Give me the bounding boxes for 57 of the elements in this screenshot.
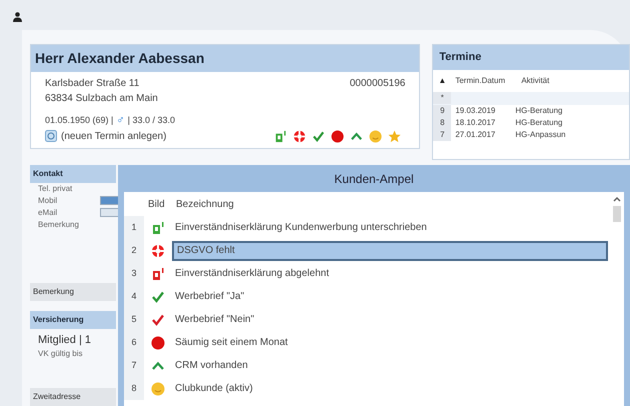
- section-header[interactable]: Kontakt: [30, 164, 116, 182]
- row-number: 8: [433, 116, 452, 128]
- row-number: 6: [124, 331, 144, 354]
- row-number: 2: [124, 239, 144, 262]
- list-item[interactable]: CRM vorhanden: [172, 356, 608, 376]
- customer-number: 0000005196: [350, 77, 406, 91]
- column-header[interactable]: Termin.Datum: [451, 74, 512, 86]
- table-cell: HG-Anpassun: [515, 128, 566, 140]
- list-item[interactable]: Werbebrief "Nein": [172, 310, 608, 330]
- member-text: Mitglied | 1: [38, 332, 91, 348]
- list-item[interactable]: Werbebrief "Ja": [172, 286, 608, 306]
- field-label: Bemerkung: [38, 218, 79, 230]
- row-number: 9: [433, 104, 452, 116]
- input-field[interactable]: [100, 196, 120, 204]
- row-number: 7: [433, 128, 452, 140]
- list-item[interactable]: Einverständniserklärung abgelehnt: [172, 264, 608, 284]
- new-row-marker: *: [433, 92, 452, 104]
- column-header: Bild: [148, 198, 166, 212]
- column-header: Bezeichnung: [176, 198, 234, 212]
- dialog-title: Kunden-Ampel: [333, 170, 415, 188]
- scroll-thumb[interactable]: [613, 206, 621, 222]
- list-item[interactable]: Säumig seit einem Monat: [172, 332, 608, 352]
- appointments-title: Termine: [433, 45, 629, 70]
- row-number: 8: [124, 377, 144, 400]
- list-item[interactable]: DSGVO fehlt: [172, 240, 608, 260]
- list-item[interactable]: Clubkunde (aktiv): [172, 378, 608, 398]
- field-label: Tel. privat: [38, 182, 72, 194]
- city-text: 63834 Sulzbach am Main: [44, 92, 159, 106]
- field-label: VK gültig bis: [38, 348, 82, 360]
- person-icon[interactable]: [13, 12, 22, 22]
- sort-arrow[interactable]: ▲: [433, 74, 452, 86]
- table-cell: HG-Beratung: [515, 116, 562, 128]
- new-appointment-link[interactable]: (neuen Termin anlegen): [61, 128, 166, 144]
- column-header[interactable]: Aktivität: [511, 74, 550, 86]
- street-text: Karlsbader Straße 11: [45, 77, 140, 91]
- values-text: | 33.0 / 33.0: [128, 114, 176, 127]
- field-label: Mobil: [38, 194, 58, 206]
- row-number: 3: [124, 262, 144, 285]
- list-item[interactable]: Einverständniserklärung Kundenwerbung unterschrieben: [172, 218, 608, 238]
- customer-name: Herr Alexander Aabessan: [31, 45, 420, 72]
- calendar-icon[interactable]: [45, 130, 57, 142]
- section-header[interactable]: Bemerkung: [30, 282, 116, 300]
- field-label: eMail: [38, 206, 58, 218]
- section-header[interactable]: Zweitadresse: [30, 388, 116, 406]
- row-number: 4: [124, 285, 144, 308]
- section-header[interactable]: Versicherung: [30, 310, 116, 328]
- scroll-up-icon[interactable]: [613, 196, 621, 202]
- input-field[interactable]: [100, 208, 120, 216]
- row-number: 7: [124, 354, 144, 377]
- birth-date: 01.05.1950 (69) |: [45, 114, 114, 127]
- table-cell-text: 18.10.2017: [454, 116, 496, 128]
- row-number: 1: [124, 216, 144, 239]
- table-cell-text: 27.01.2017: [454, 128, 496, 140]
- gender-symbol: ♂: [116, 113, 125, 128]
- table-cell: HG-Beratung: [515, 104, 562, 116]
- row-number: 5: [124, 308, 144, 331]
- table-cell-text: 19.03.2019: [454, 104, 496, 116]
